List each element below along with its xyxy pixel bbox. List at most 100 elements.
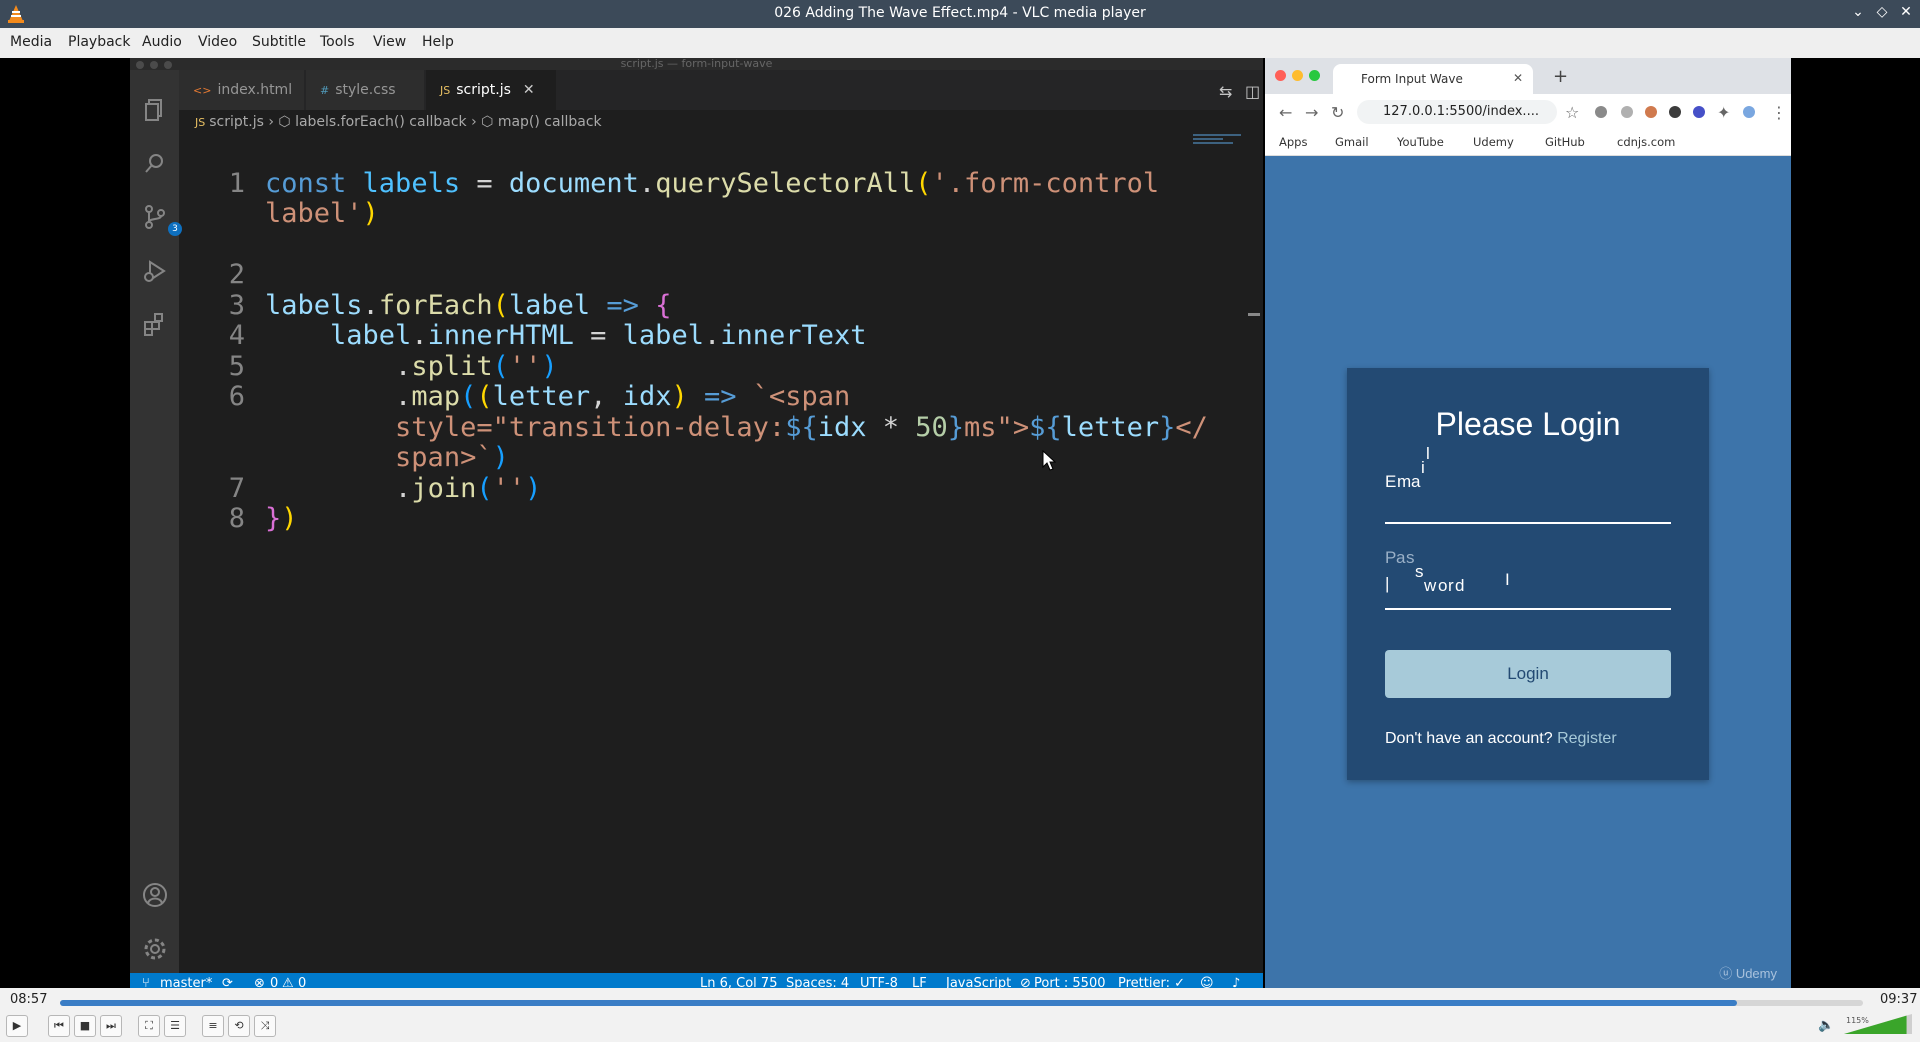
prettier-status: Prettier: ✓ [1118,976,1185,988]
maximize-icon[interactable]: ◇ [1872,4,1892,20]
password-label-letter: s [1406,548,1415,567]
browser-tab-title: Form Input Wave [1361,72,1463,86]
tab-close-icon: ✕ [522,82,535,98]
editor-tabs: <> index.html # style.css JS script.js ✕ ⇆ ◫… [179,70,1289,110]
code-line: }) [265,503,298,534]
email-label-letter: l [1426,444,1430,463]
mouse-cursor-icon [1042,450,1056,471]
stop-button[interactable]: ■ [74,1015,96,1037]
css-file-icon: # [320,84,330,97]
speaker-icon[interactable]: 🔈 [1818,1018,1834,1033]
register-link: Register [1557,730,1617,747]
back-icon: ← [1279,103,1293,122]
vscode-dot-max [164,61,172,69]
vscode-dot-min [150,61,158,69]
search-icon [142,150,168,176]
fullscreen-button[interactable]: ⛶ [138,1015,160,1037]
total-time: 09:37 [1880,992,1918,1007]
new-tab-icon: + [1553,66,1569,87]
menu-video[interactable]: Video [198,34,237,50]
menu-playback[interactable]: Playback [68,34,130,50]
git-branch: master* [160,976,213,988]
seek-progress [60,1000,1737,1006]
bookmark-gmail: Gmail [1335,135,1369,149]
video-area[interactable]: script.js — form-input-wave 3 <> index.h… [0,58,1920,988]
source-control-icon: 3 [142,204,182,236]
account-icon [142,882,168,908]
breadcrumb: JS script.js › ⬡ labels.forEach() callbac… [195,114,602,130]
udemy-watermark-text: Udemy [1735,966,1777,981]
elapsed-time: 08:57 [10,992,48,1007]
code-line: label') [265,198,379,229]
warning-icon: ⚠ [282,976,294,988]
error-icon: ⊗ [254,976,265,988]
email-label-letter: m [1397,472,1412,491]
email-label-letter: a [1411,472,1421,491]
menu-help[interactable]: Help [422,34,454,50]
breadcrumb-symbol: map() callback [497,114,602,130]
vscode-titlebar: script.js — form-input-wave [130,58,1263,70]
email-field [1385,522,1671,524]
email-label-letter: E [1385,472,1397,491]
code-line: style="transition-delay:${idx * 50}ms">$… [395,412,1208,443]
playlist-button[interactable]: ≡ [202,1015,224,1037]
line-number: 6 [228,381,245,412]
breadcrumb-file: script.js [209,114,264,130]
live-server-port: Port : 5500 [1034,976,1106,988]
forward-icon: → [1305,103,1319,122]
close-window-icon[interactable]: ✕ [1896,4,1916,20]
udemy-logo-icon: ⓤ [1719,966,1736,981]
extended-settings-button[interactable]: ☰ [164,1015,186,1037]
previous-button[interactable]: ⏮ [48,1015,70,1037]
bookmarks-bar: Apps Gmail YouTube Udemy GitHub cdnjs.co… [1265,130,1791,156]
loop-button[interactable]: ⟲ [228,1015,250,1037]
browser-close-dot [1275,70,1286,81]
line-number: 5 [228,351,245,382]
source-control-badge: 3 [168,222,182,236]
bookmark-apps: Apps [1279,135,1308,149]
reload-icon: ↻ [1331,103,1345,122]
menu-subtitle[interactable]: Subtitle [252,34,306,50]
password-field [1385,608,1671,610]
code-line: label.innerHTML = label.innerText [330,320,867,351]
indent-setting: Spaces: 4 [786,976,850,988]
profile-icon [1743,106,1755,118]
tab-index-html: <> index.html [179,70,304,110]
vscode-window-title: script.js — form-input-wave [620,58,773,70]
open-changes-icon: ⇆ [1219,82,1233,101]
extension-icon [1595,106,1607,118]
bookmark-star-icon: ☆ [1565,103,1580,122]
html-file-icon: <> [193,84,212,97]
js-file-icon: JS [195,116,206,129]
password-label-letter: s [1415,562,1424,581]
vscode-window: script.js — form-input-wave 3 <> index.h… [130,58,1289,988]
run-debug-icon [142,258,168,284]
menu-media[interactable]: Media [10,34,52,50]
password-label-letter: r [1448,576,1454,595]
next-button[interactable]: ⏭ [100,1015,122,1037]
browser-window: Form Input Wave ✕ + ← → ↻ 127.0.0.1:5500… [1265,58,1791,988]
password-label-letter: P [1385,548,1397,567]
window-title: 026 Adding The Wave Effect.mp4 - VLC med… [774,5,1146,21]
menu-audio[interactable]: Audio [142,34,182,50]
email-label-letter: i [1421,458,1425,477]
shuffle-button[interactable]: ⤨ [254,1015,276,1037]
menu-view[interactable]: View [373,34,406,50]
extension-icon [1645,106,1657,118]
seek-bar[interactable] [60,1000,1863,1006]
browser-toolbar: ← → ↻ 127.0.0.1:5500/index.... ☆ ✦ ⋮ [1265,94,1791,130]
volume-percent: 115% [1846,1016,1869,1025]
minimize-icon[interactable]: ⌄ [1848,4,1868,20]
player-controls: 08:57 09:37 ▶ ⏮ ■ ⏭ ⛶ ☰ ≡ ⟲ ⤨ 🔈 115% [0,988,1920,1042]
line-ending: LF [912,976,927,988]
text-caret-icon: | [1385,574,1390,593]
menu-bar: Media Playback Audio Video Subtitle Tool… [0,28,1920,58]
play-button[interactable]: ▶ [6,1015,28,1037]
minimap [1193,134,1243,154]
menu-tools[interactable]: Tools [320,34,355,50]
split-editor-icon: ◫ [1245,82,1261,101]
browser-tab: Form Input Wave ✕ [1333,64,1533,94]
bookmark-udemy: Udemy [1473,135,1514,149]
password-label-letter: w [1424,576,1437,595]
browser-minimize-dot [1292,70,1303,81]
